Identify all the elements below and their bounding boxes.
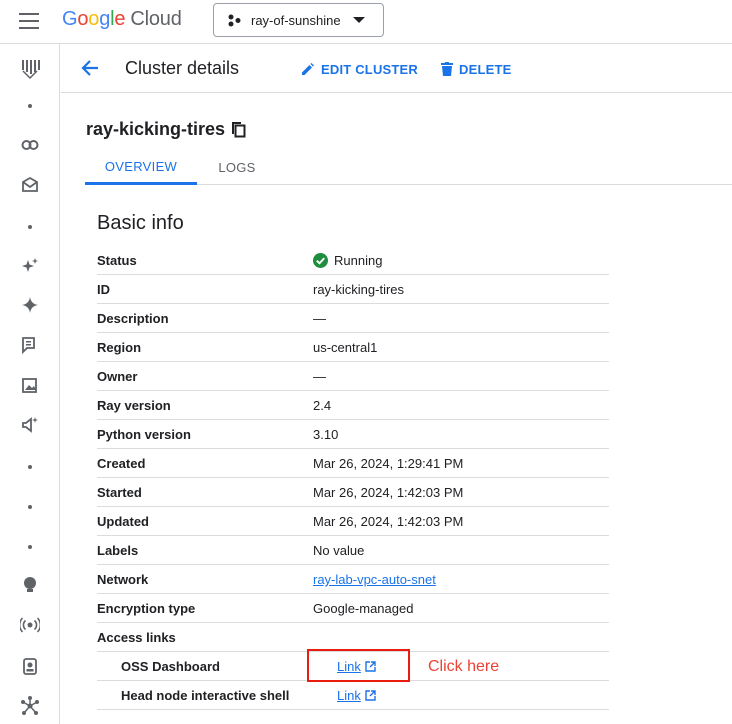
page-title: Cluster details [125, 58, 240, 78]
left-nav-rail [0, 44, 60, 724]
pencil-icon [302, 63, 314, 75]
row-value: Mar 26, 2024, 1:42:03 PM [313, 514, 464, 529]
rail-link-icon[interactable] [0, 132, 60, 158]
row-value: ray-kicking-tires [313, 282, 405, 297]
delete-label: DELETE [459, 61, 512, 77]
row-key: Created [97, 456, 146, 471]
project-name: ray-of-sunshine [251, 12, 341, 28]
basic-info-table: Status Running ID ray-kicking-tires Desc… [97, 246, 609, 710]
rail-dot-icon[interactable] [0, 454, 60, 480]
tab-bar: OVERVIEW LOGS [85, 150, 732, 185]
row-value: — [313, 369, 326, 384]
row-key: Started [97, 485, 142, 500]
copy-icon[interactable] [231, 121, 247, 139]
row-key: Region [97, 340, 142, 355]
row-key: Ray version [97, 398, 171, 413]
rail-sparkle-icon[interactable] [0, 253, 60, 279]
head-node-shell-value: Link [337, 688, 376, 703]
rail-dot-icon[interactable] [0, 93, 60, 119]
table-row-ray-version: Ray version 2.4 [97, 391, 609, 420]
row-value: No value [313, 543, 365, 558]
row-value: — [313, 311, 326, 326]
row-key: Updated [97, 514, 149, 529]
rail-dot-icon[interactable] [0, 494, 60, 520]
rail-badge-icon[interactable] [0, 653, 60, 679]
row-value: Mar 26, 2024, 1:29:41 PM [313, 456, 464, 471]
rail-chat-icon[interactable] [0, 332, 60, 358]
open-in-new-icon [365, 690, 376, 701]
project-icon [228, 14, 241, 27]
table-row-labels: Labels No value [97, 536, 609, 565]
row-key: Encryption type [97, 601, 196, 616]
table-row-region: Region us-central1 [97, 333, 609, 362]
head-node-shell-link[interactable]: Link [337, 688, 361, 703]
rail-dot-icon[interactable] [0, 214, 60, 240]
project-picker[interactable]: ray-of-sunshine [213, 3, 384, 37]
rail-vertex-ai-icon[interactable] [0, 56, 60, 82]
table-row-owner: Owner — [97, 362, 609, 391]
row-key: Status [97, 253, 137, 268]
row-key: Description [97, 311, 169, 326]
chevron-down-icon [352, 17, 365, 23]
status-value: Running [313, 253, 382, 268]
table-row-description: Description — [97, 304, 609, 333]
table-row-updated: Updated Mar 26, 2024, 1:42:03 PM [97, 507, 609, 536]
rail-speaker-icon[interactable] [0, 412, 60, 438]
rail-image-icon[interactable] [0, 372, 60, 398]
row-value: 3.10 [313, 427, 339, 442]
row-value: Mar 26, 2024, 1:42:03 PM [313, 485, 464, 500]
table-row-status: Status Running [97, 246, 609, 275]
tab-logs[interactable]: LOGS [197, 150, 277, 185]
edit-cluster-button[interactable]: EDIT CLUSTER [301, 58, 418, 80]
rail-feature-store-icon[interactable] [0, 172, 60, 198]
section-title: Basic info [97, 212, 184, 234]
back-arrow-icon[interactable] [79, 57, 101, 79]
check-circle-icon [313, 253, 328, 268]
row-key: Labels [97, 543, 139, 558]
annotation-highlight-box [307, 649, 410, 682]
rail-dot-icon[interactable] [0, 534, 60, 560]
table-row-network: Network ray-lab-vpc-auto-snet [97, 565, 609, 594]
cluster-name-heading: ray-kicking-tires [86, 119, 226, 139]
delete-button[interactable]: DELETE [441, 58, 511, 80]
rail-lightbulb-icon[interactable] [0, 572, 60, 598]
network-link[interactable]: ray-lab-vpc-auto-snet [313, 572, 436, 587]
main-menu-icon[interactable] [19, 13, 39, 29]
network-value: ray-lab-vpc-auto-snet [313, 572, 436, 587]
row-key: ID [97, 282, 110, 297]
row-key: Head node interactive shell [121, 688, 290, 703]
row-key: OSS Dashboard [121, 659, 220, 674]
annotation-callout: Click here [428, 658, 500, 675]
table-row-created: Created Mar 26, 2024, 1:29:41 PM [97, 449, 609, 478]
row-key: Access links [97, 630, 176, 645]
rail-gemini-icon[interactable] [0, 292, 60, 318]
row-key: Owner [97, 369, 138, 384]
trash-icon [441, 62, 453, 76]
tab-overview[interactable]: OVERVIEW [85, 150, 197, 185]
table-row-access-links: Access links [97, 623, 609, 652]
top-app-bar: Google Cloud ray-of-sunshine [0, 0, 732, 44]
rail-broadcast-icon[interactable] [0, 612, 60, 638]
table-row-python-version: Python version 3.10 [97, 420, 609, 449]
page-header: Cluster details EDIT CLUSTER DELETE [61, 44, 732, 93]
status-text: Running [334, 253, 383, 268]
table-row-started: Started Mar 26, 2024, 1:42:03 PM [97, 478, 609, 507]
table-row-encryption: Encryption type Google-managed [97, 594, 609, 623]
table-row-head-node-shell: Head node interactive shell Link [97, 681, 609, 710]
google-cloud-logo[interactable]: Google Cloud [62, 8, 182, 31]
row-value: Google-managed [313, 601, 414, 616]
row-key: Network [97, 572, 149, 587]
table-row-id: ID ray-kicking-tires [97, 275, 609, 304]
row-key: Python version [97, 427, 191, 442]
row-value: 2.4 [313, 398, 332, 413]
rail-network-icon[interactable] [0, 693, 60, 719]
edit-cluster-label: EDIT CLUSTER [321, 61, 419, 77]
row-value: us-central1 [313, 340, 378, 355]
